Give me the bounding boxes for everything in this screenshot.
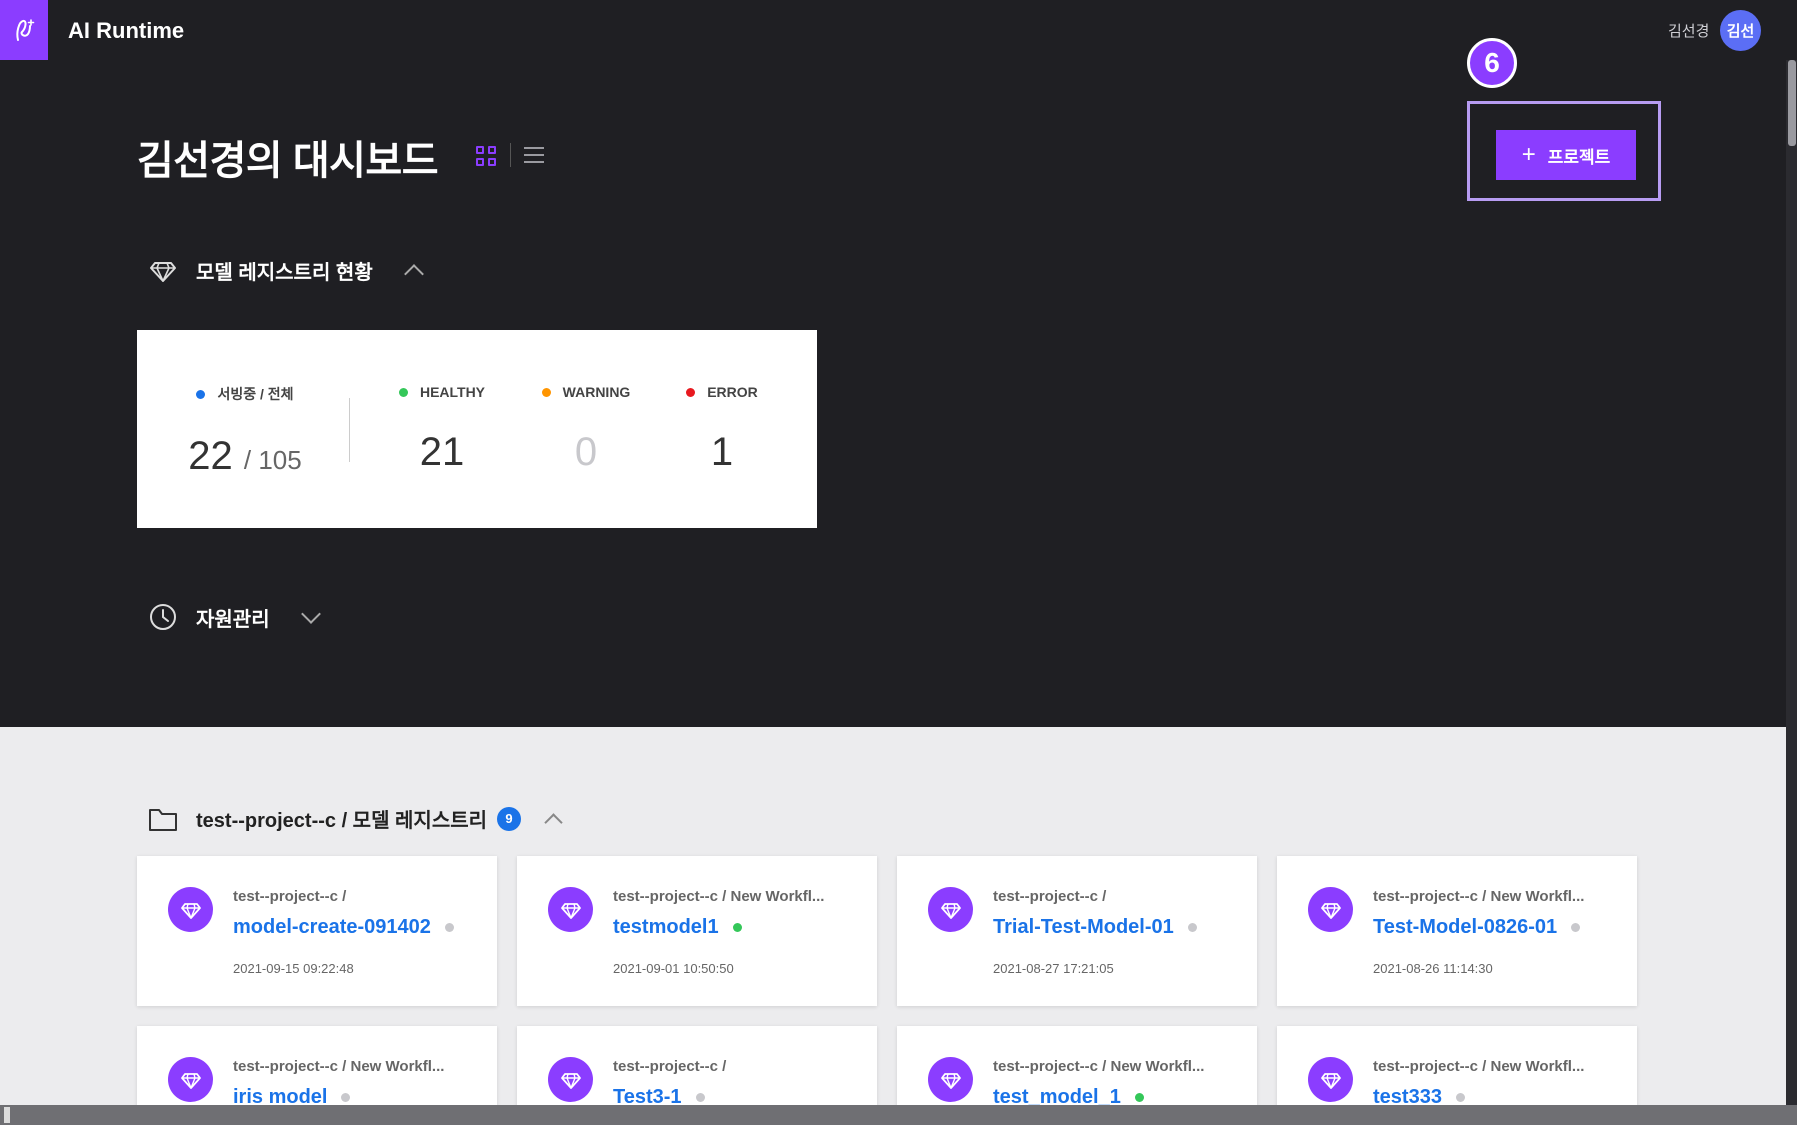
model-icon (1308, 887, 1353, 932)
model-path: test--project--c / (233, 888, 347, 905)
diamond-icon (940, 1072, 961, 1089)
model-date: 2021-08-26 11:14:30 (1373, 961, 1493, 976)
model-count-badge: 9 (497, 806, 522, 831)
view-toggle-divider (510, 143, 511, 167)
stat-healthy-value: 21 (419, 430, 465, 474)
model-date: 2021-09-01 10:50:50 (613, 961, 734, 976)
model-path: test--project--c / New Workfl... (1373, 888, 1585, 905)
diamond-icon (150, 262, 176, 282)
folder-icon (149, 808, 177, 831)
add-project-label: 프로젝트 (1547, 147, 1611, 167)
model-name[interactable]: Trial-Test-Model-01 (993, 916, 1174, 939)
diamond-icon (180, 902, 201, 919)
model-status-dot (341, 1093, 351, 1102)
model-path: test--project--c / (613, 1058, 727, 1075)
avatar[interactable]: 김선 (1720, 10, 1761, 51)
project-section-title: test--project--c / 모델 레지스트리 (196, 810, 488, 832)
model-card[interactable]: test--project--c / New Workfl... testmode… (517, 856, 877, 1006)
model-name[interactable]: model-create-091402 (233, 916, 431, 939)
model-icon (548, 887, 593, 932)
model-path: test--project--c / New Workfl... (233, 1058, 445, 1075)
model-status-dot (695, 1093, 705, 1102)
model-icon (928, 1057, 973, 1102)
model-name[interactable]: Test-Model-0826-01 (1373, 916, 1557, 939)
grid-view-icon[interactable] (476, 146, 496, 166)
model-icon (928, 887, 973, 932)
app-title: AI Runtime (68, 18, 185, 43)
chevron-up-icon[interactable] (544, 813, 563, 832)
model-name-link[interactable]: Trial-Test-Model-01 (993, 916, 1197, 939)
diamond-icon (1320, 902, 1341, 919)
model-name[interactable]: testmodel1 (613, 916, 719, 939)
top-bar: AI Runtime 김선경 김선 (0, 0, 1797, 60)
diamond-icon (560, 902, 581, 919)
diamond-icon (940, 902, 961, 919)
model-status-dot (732, 923, 742, 932)
model-card[interactable]: test--project--c / Trial-Test-Model-01 202… (897, 856, 1257, 1006)
stat-error-label: ERROR (707, 384, 758, 400)
stat-error: ERROR 1 (667, 384, 777, 475)
add-project-button[interactable]: + 프로젝트 (1496, 130, 1636, 180)
chevron-up-icon[interactable] (403, 264, 424, 284)
plus-icon: + (1521, 141, 1536, 168)
model-status-dot (1134, 1093, 1144, 1102)
step-annotation-badge: 6 (1467, 38, 1517, 88)
model-date: 2021-08-27 17:21:05 (993, 961, 1114, 976)
stat-serving-value: 22 (188, 434, 233, 478)
model-status-dot (1455, 1093, 1465, 1102)
stat-error-value: 1 (710, 430, 734, 474)
logo-icon (16, 19, 35, 41)
horizontal-scrollbar[interactable] (0, 1105, 1797, 1125)
warning-status-dot (541, 387, 551, 397)
clock-icon (150, 604, 176, 630)
model-name-link[interactable]: model-create-091402 (233, 916, 454, 939)
model-status-dot (1571, 923, 1581, 932)
model-date: 2021-09-15 09:22:48 (233, 961, 354, 976)
model-card[interactable]: test--project--c / model-create-091402 202… (137, 856, 497, 1006)
model-name-link[interactable]: Test-Model-0826-01 (1373, 916, 1581, 939)
model-registry-section-title: 모델 레지스트리 현황 (196, 261, 373, 284)
vertical-scrollbar-thumb[interactable] (1788, 60, 1796, 146)
stat-warning-value: 0 (574, 430, 598, 474)
model-path: test--project--c / (993, 888, 1107, 905)
serving-status-dot (196, 389, 206, 399)
stat-serving-label: 서빙중 / 전체 (217, 386, 294, 402)
stat-healthy-label: HEALTHY (419, 384, 486, 400)
diamond-icon (560, 1072, 581, 1089)
model-icon (168, 1057, 213, 1102)
stat-divider (349, 398, 350, 462)
stat-serving-total: / 105 (243, 445, 302, 475)
resources-section-title: 자원관리 (196, 608, 270, 631)
model-status-dot (444, 923, 454, 932)
model-icon (548, 1057, 593, 1102)
stat-warning: WARNING 0 (531, 384, 641, 475)
resources-section-header[interactable]: 자원관리 (148, 602, 321, 632)
status-summary-card: 서빙중 / 전체 22 / 105 HEALTHY 21 WARNING 0 E… (137, 330, 817, 528)
diamond-icon (180, 1072, 201, 1089)
model-registry-section-header[interactable]: 모델 레지스트리 현황 (148, 255, 424, 285)
model-status-dot (1187, 923, 1197, 932)
stat-serving: 서빙중 / 전체 22 / 105 (175, 384, 315, 479)
model-path: test--project--c / New Workfl... (1373, 1058, 1585, 1075)
healthy-status-dot (398, 387, 408, 397)
horizontal-scrollbar-thumb[interactable] (4, 1107, 10, 1123)
error-status-dot (686, 387, 696, 397)
app-logo[interactable] (0, 0, 48, 60)
diamond-icon (1320, 1072, 1341, 1089)
list-view-icon[interactable] (524, 147, 544, 165)
stat-healthy: HEALTHY 21 (387, 384, 497, 475)
model-name-link[interactable]: testmodel1 (613, 916, 742, 939)
model-card[interactable]: test--project--c / New Workfl... Test-Mod… (1277, 856, 1637, 1006)
model-icon (168, 887, 213, 932)
model-path: test--project--c / New Workfl... (993, 1058, 1205, 1075)
model-path: test--project--c / New Workfl... (613, 888, 825, 905)
page-title: 김선경의 대시보드 (137, 139, 439, 183)
model-icon (1308, 1057, 1353, 1102)
vertical-scrollbar[interactable] (1786, 60, 1797, 1105)
chevron-down-icon[interactable] (300, 604, 321, 624)
stat-warning-label: WARNING (562, 384, 631, 400)
project-section-header[interactable]: test--project--c / 모델 레지스트리 9 (148, 804, 563, 833)
user-name[interactable]: 김선경 (1668, 20, 1709, 41)
